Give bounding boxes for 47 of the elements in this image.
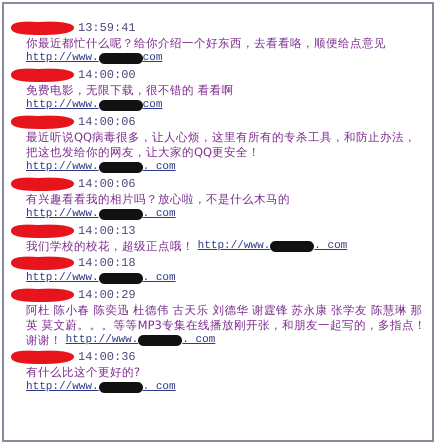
message-time: 14:00:00 xyxy=(78,68,136,82)
link[interactable]: . com xyxy=(142,207,176,222)
redaction-scribble xyxy=(8,349,76,365)
redaction-scribble xyxy=(8,223,76,239)
message-time: 14:00:29 xyxy=(78,288,136,302)
redaction-blot xyxy=(270,241,314,252)
message-time: 13:59:41 xyxy=(78,21,136,35)
message-text: 有什么比这个更好的? xyxy=(26,365,140,379)
link[interactable]: http://www. xyxy=(26,98,99,113)
link[interactable]: com xyxy=(142,98,162,113)
link[interactable]: . com xyxy=(182,333,216,348)
link[interactable]: . com xyxy=(142,380,176,395)
message-text: 我们学校的校花，超级正点哦！ http://www. . com xyxy=(25,239,348,254)
message-text: 免费电影，无限下载，很不错的 看看啊 xyxy=(26,83,234,97)
message-text: 阿杜 陈小春 陈奕迅 杜德伟 古天乐 刘德华 谢霆锋 苏永康 张学友 陈慧琳 那英 莫文蔚。。。等等MP3专集在线播放刚开张，和朋友一起写的，多指点！谢谢！ http://www. . com xyxy=(25,303,426,348)
redaction-scribble xyxy=(8,67,76,83)
redaction-blot xyxy=(98,273,143,284)
redaction-scribble xyxy=(8,287,76,303)
message-time: 14:00:13 xyxy=(78,224,136,238)
link[interactable]: http://www. xyxy=(26,380,99,395)
redaction-blot xyxy=(98,100,143,111)
link[interactable]: . com xyxy=(142,271,176,286)
redaction-scribble xyxy=(8,20,76,36)
redaction-blot xyxy=(138,335,182,346)
link[interactable]: . com xyxy=(314,239,348,254)
redaction-blot xyxy=(98,209,143,220)
redaction-blot xyxy=(98,53,143,64)
message-text: 最近听说QQ病毒很多，让人心烦，这里有所有的专杀工具，和防止办法，把这也发给你的网友，让大家的QQ更安全！ xyxy=(26,130,416,159)
link[interactable]: http://www. xyxy=(26,271,99,286)
link[interactable]: http://www. xyxy=(26,160,99,175)
message-time: 14:00:36 xyxy=(78,350,136,364)
redaction-scribble xyxy=(8,255,76,271)
link[interactable]: http://www. xyxy=(26,51,99,66)
message-time: 14:00:18 xyxy=(78,256,136,270)
message-text: 有兴趣看看我的相片吗？放心啦，不是什么木马的 xyxy=(26,192,290,206)
link[interactable]: http://www. xyxy=(198,239,270,254)
link[interactable]: com xyxy=(142,51,162,66)
message-text: 你最近都忙什么呢？给你介绍一个好东西，去看看咯，顺便给点意见 xyxy=(26,36,386,50)
message-time: 14:00:06 xyxy=(78,115,136,129)
link[interactable]: http://www. xyxy=(26,207,99,222)
redaction-blot xyxy=(98,162,143,173)
link[interactable]: http://www. xyxy=(66,333,138,348)
redaction-scribble xyxy=(8,114,76,130)
link[interactable]: . com xyxy=(142,160,176,175)
redaction-blot xyxy=(98,382,143,393)
message-time: 14:00:06 xyxy=(78,177,136,191)
redaction-scribble xyxy=(8,176,76,192)
